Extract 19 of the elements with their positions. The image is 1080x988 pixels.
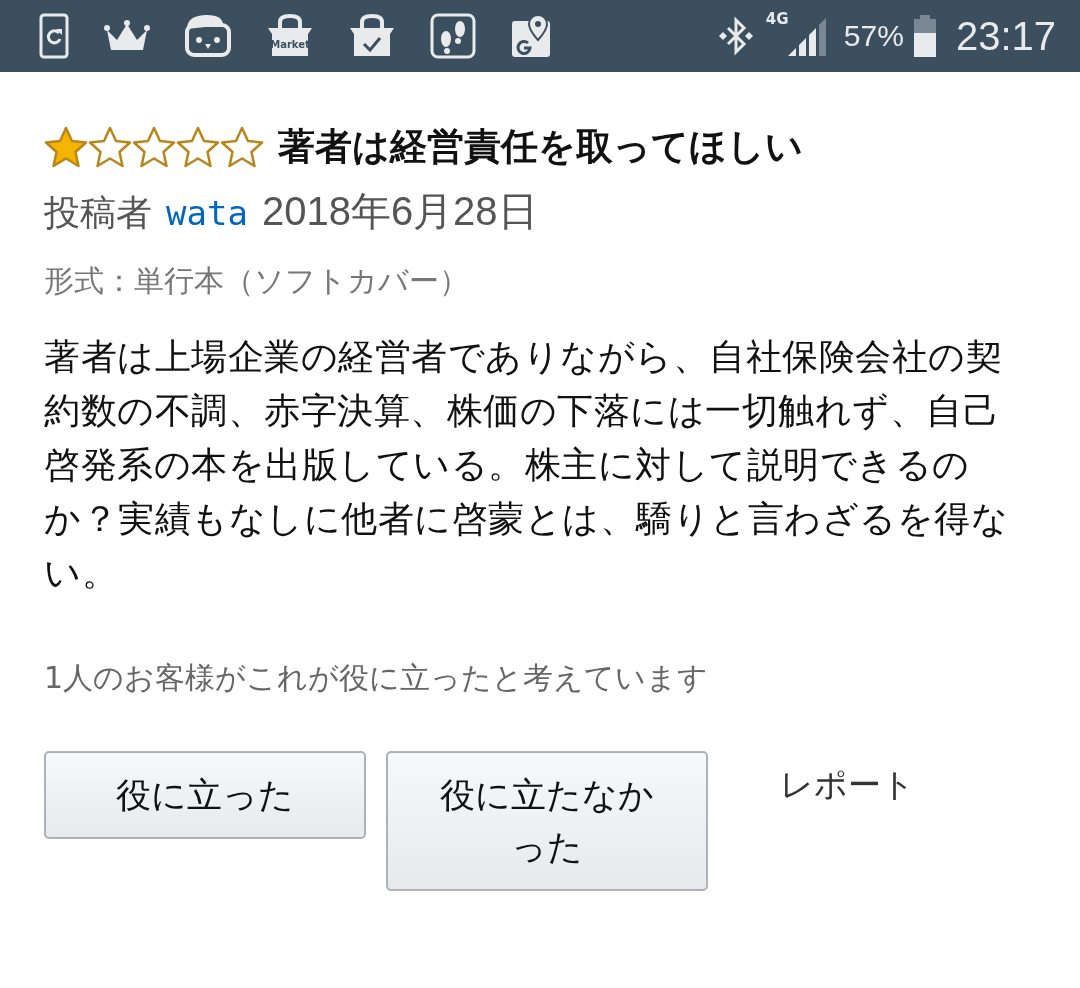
helpful-count: 1人のお客様がこれが役に立ったと考えています (44, 659, 710, 697)
review-title: 著者は経営責任を取ってほしい (278, 124, 803, 170)
report-link[interactable]: レポート (780, 763, 915, 808)
footprints-icon (430, 13, 476, 59)
review-date: 2018年6月28日 (261, 188, 538, 235)
vote-button[interactable]: 役に立たなかった (386, 751, 708, 891)
format-label: 形式：単行本（ソフトカバー） (44, 262, 470, 300)
battery-icon (913, 15, 936, 57)
map-pin-icon (510, 13, 552, 59)
clock-time: 23:17 (955, 13, 1056, 59)
phone-refresh-icon (38, 13, 70, 59)
robot-face-icon (184, 13, 232, 59)
vote-button[interactable]: 役に立った (44, 751, 366, 839)
network-type: 4G (765, 10, 789, 28)
battery-percentage: 57% (843, 19, 904, 53)
author-link[interactable]: wata (166, 193, 248, 233)
basket-check-icon (348, 14, 396, 58)
author-label: 投稿者 (44, 191, 152, 235)
review-text: 著者は上場企業の経営者でありながら、自社保険会社の契約数の不調、赤字決算、株価の下落には一切触れず、自己啓発系の本を出版している。株主に対して説明できるのか？実績もなしに他者に啓蒙とは、驕りと言わざるを得ない。 (44, 335, 1009, 595)
